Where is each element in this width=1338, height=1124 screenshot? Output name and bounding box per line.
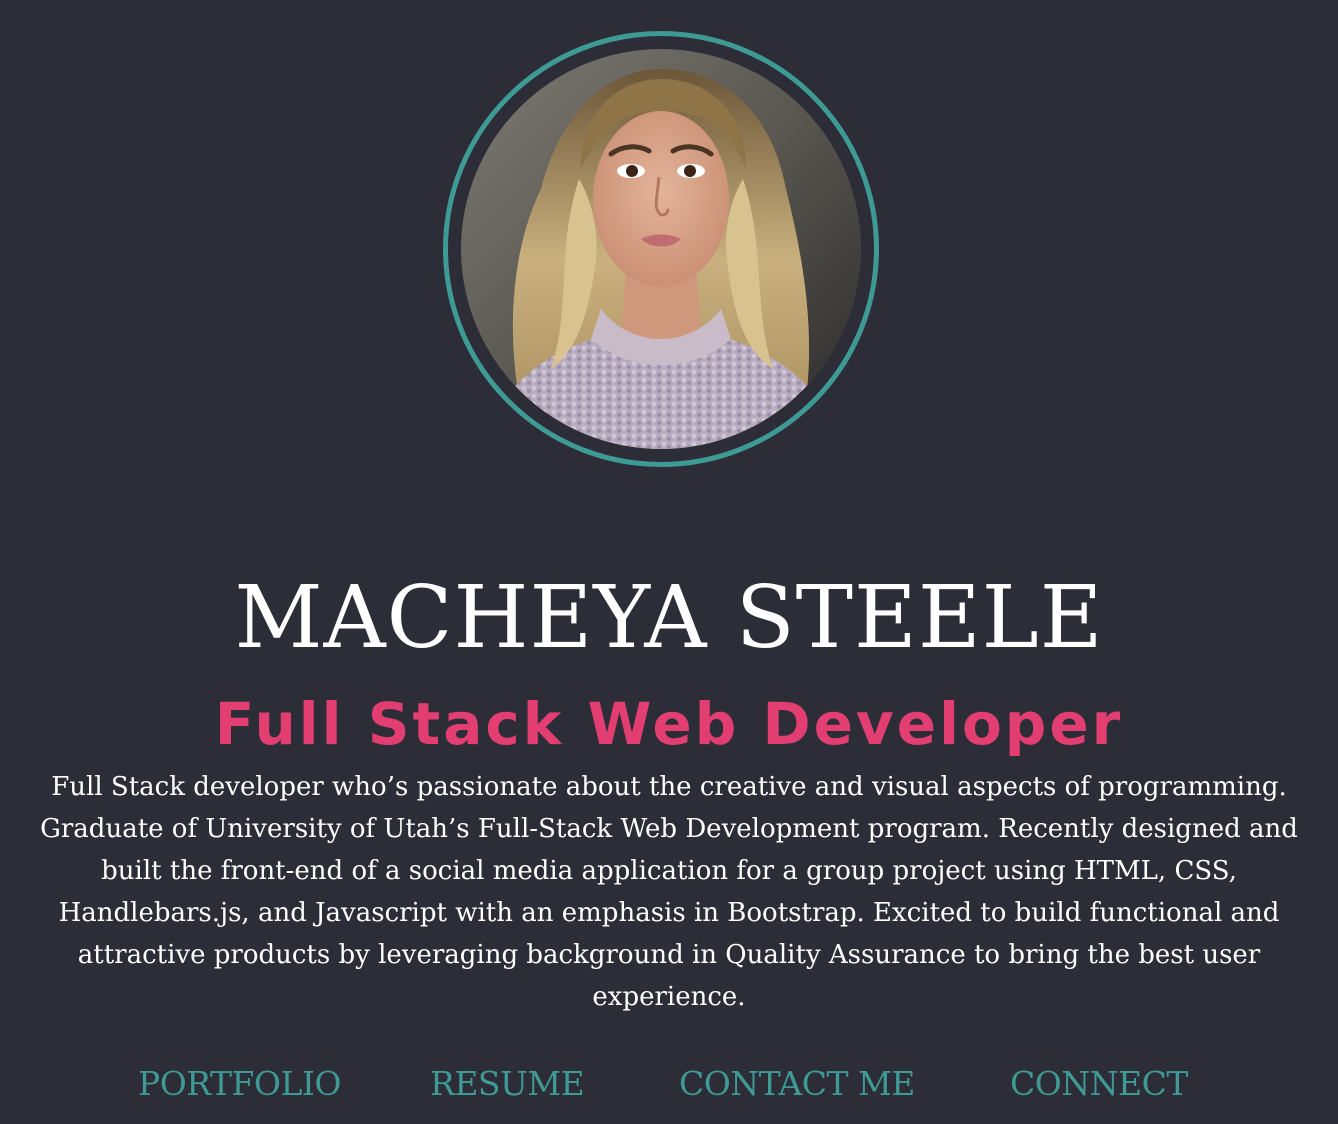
main-nav: PORTFOLIO RESUME CONTACT ME CONNECT (0, 1059, 1338, 1109)
profile-bio: Full Stack developer who’s passionate ab… (40, 772, 1298, 1012)
nav-link-connect[interactable]: CONNECT (1010, 1059, 1188, 1109)
nav-link-resume[interactable]: RESUME (430, 1059, 585, 1109)
profile-role: Full Stack Web Developer (214, 690, 1124, 759)
nav-link-contact-me[interactable]: CONTACT ME (679, 1059, 915, 1109)
profile-photo-frame (443, 31, 879, 467)
profile-name: MACHEYA STEELE (234, 567, 1104, 668)
profile-photo (461, 49, 861, 449)
nav-link-portfolio[interactable]: PORTFOLIO (138, 1059, 342, 1109)
landing-page: MACHEYA STEELE Full Stack Web Developer … (0, 0, 1338, 1124)
profile-photo-illustration (461, 49, 861, 449)
